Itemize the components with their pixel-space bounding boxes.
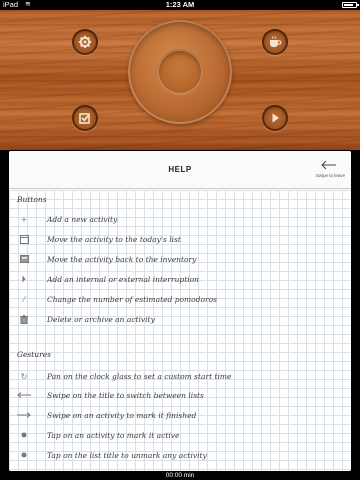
section-title-gestures: Gestures bbox=[17, 350, 51, 359]
swipe-hint: Swipe to leave bbox=[315, 173, 345, 178]
estimate-icon: ⁄ bbox=[23, 294, 25, 304]
item-text: Move the activity back to the inventory bbox=[47, 254, 197, 264]
item-text: Delete or archive an activity bbox=[47, 314, 155, 324]
list-item: ↻ Pan on the clock glass to set a custom… bbox=[17, 369, 343, 383]
arrow-right-icon bbox=[17, 409, 31, 421]
list-item: ⁄ Change the number of estimated pomodor… bbox=[17, 292, 343, 306]
tap-dot-icon bbox=[17, 429, 31, 441]
play-icon bbox=[272, 113, 279, 123]
coffee-cup-icon bbox=[270, 36, 282, 47]
activities-button[interactable] bbox=[72, 105, 98, 131]
timer-readout: 00:00 min bbox=[0, 471, 360, 480]
help-content: Buttons + Add a new activity Move the ac… bbox=[9, 190, 351, 471]
list-item: Delete or archive an activity bbox=[17, 312, 343, 326]
list-item: Tap on an activity to mark it active bbox=[17, 428, 343, 442]
gear-icon bbox=[78, 35, 92, 49]
settings-button[interactable] bbox=[72, 29, 98, 55]
item-text: Move the activity to the today's list bbox=[47, 234, 181, 244]
item-text: Tap on the list title to unmark any acti… bbox=[47, 450, 207, 460]
clock-center[interactable] bbox=[157, 49, 203, 95]
checkbox-icon bbox=[79, 113, 90, 124]
rotate-icon: ↻ bbox=[20, 371, 28, 381]
item-text: Swipe on the title to switch between lis… bbox=[47, 390, 204, 400]
status-bar: iPad ≋ 1:23 AM bbox=[0, 0, 360, 10]
item-text: Tap on an activity to mark it active bbox=[47, 430, 180, 440]
break-button[interactable] bbox=[262, 29, 288, 55]
item-text: Add a new activity bbox=[47, 214, 118, 224]
start-button[interactable] bbox=[262, 105, 288, 131]
tap-dot-icon bbox=[17, 449, 31, 461]
arrow-left-icon bbox=[17, 389, 31, 401]
battery-icon bbox=[342, 2, 359, 8]
list-item: Add an internal or external interruption bbox=[17, 272, 343, 286]
list-item: + Add a new activity bbox=[17, 212, 343, 226]
list-item: Swipe on the title to switch between lis… bbox=[17, 388, 343, 402]
help-header[interactable]: HELP Swipe to leave bbox=[9, 151, 351, 189]
list-item: Tap on the list title to unmark any acti… bbox=[17, 448, 343, 462]
list-item: Swipe on an activity to mark it finished bbox=[17, 408, 343, 422]
item-text: Pan on the clock glass to set a custom s… bbox=[47, 371, 232, 381]
item-text: Swipe on an activity to mark it finished bbox=[47, 410, 197, 420]
page-title: HELP bbox=[168, 165, 192, 174]
section-title-buttons: Buttons bbox=[17, 195, 47, 204]
inbox-icon bbox=[17, 253, 31, 265]
help-panel: HELP Swipe to leave Buttons + Add a new … bbox=[9, 151, 351, 471]
trash-icon bbox=[17, 313, 31, 325]
interruption-icon bbox=[17, 273, 31, 285]
arrow-left-icon bbox=[321, 160, 336, 170]
item-text: Add an internal or external interruption bbox=[47, 274, 199, 284]
plus-icon: + bbox=[20, 214, 28, 224]
item-text: Change the number of estimated pomodoros bbox=[47, 294, 217, 304]
status-time: 1:23 AM bbox=[165, 0, 195, 9]
list-item: Move the activity to the today's list bbox=[17, 232, 343, 246]
calendar-icon bbox=[17, 233, 31, 245]
list-item: Move the activity back to the inventory bbox=[17, 252, 343, 266]
